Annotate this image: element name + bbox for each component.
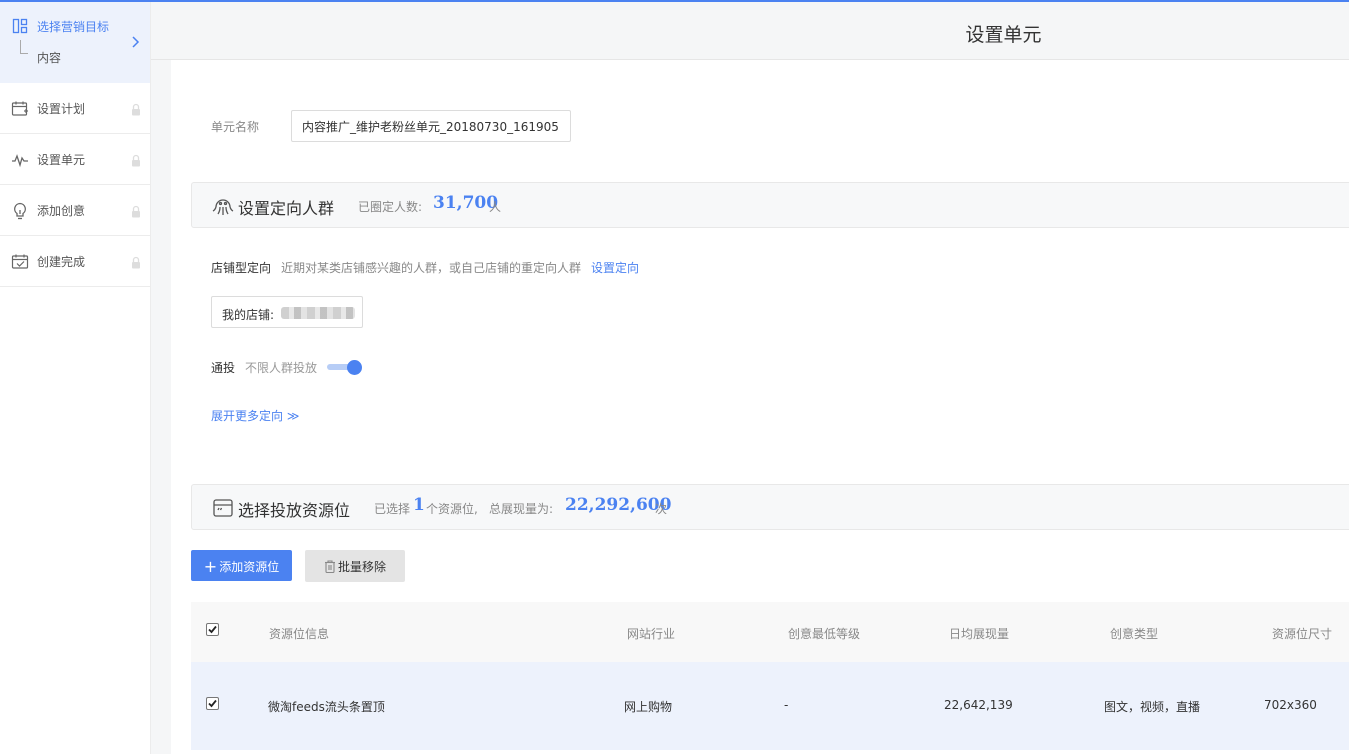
plus-icon: + (203, 557, 218, 576)
creative-level-cell: - (784, 698, 789, 712)
general-targeting-label: 通投 (211, 361, 236, 375)
lock-icon (131, 152, 141, 167)
column-header: 资源位信息 (269, 627, 330, 641)
unit-name-input[interactable] (291, 110, 571, 142)
resource-name-cell: 微淘feeds流头条置顶 (268, 700, 385, 714)
column-header: 创意最低等级 (788, 627, 861, 641)
trash-icon (324, 559, 336, 573)
audience-section-header: 设置定向人群 已圈定人数: 31,700 人 (191, 182, 1349, 228)
sidebar-item-creative[interactable]: 添加创意 (0, 185, 150, 236)
sidebar-item-plan[interactable]: 设置计划 (0, 83, 150, 134)
octopus-icon (212, 195, 234, 217)
sidebar: 选择营销目标 内容 设置计划 设置单元 添加创意 创建完成 (0, 2, 151, 754)
lock-icon (131, 254, 141, 269)
daily-impressions-cell: 22,642,139 (944, 698, 1013, 712)
column-header: 创意类型 (1110, 627, 1159, 641)
selected-count: 1 (413, 495, 425, 515)
audience-count-unit: 人 (489, 200, 502, 214)
sidebar-item-marketing-goal[interactable]: 选择营销目标 内容 (0, 2, 150, 83)
industry-cell: 网上购物 (624, 700, 673, 714)
total-unit: 次 (655, 502, 668, 516)
calendar-add-icon (11, 100, 29, 118)
select-all-checkbox[interactable] (206, 623, 219, 636)
selected-suffix: 个资源位, (426, 502, 478, 516)
selected-prefix: 已选择 (374, 502, 411, 516)
audience-count-prefix: 已圈定人数: (358, 200, 423, 214)
lock-icon (131, 101, 141, 116)
sidebar-item-label: 设置计划 (37, 102, 86, 116)
sidebar-active-sub: 内容 (37, 51, 62, 65)
total-prefix: 总展现量为: (489, 502, 554, 516)
table-row[interactable]: 微淘feeds流头条置顶 网上购物 - 22,642,139 图文，视频，直播 … (191, 662, 1349, 750)
unit-name-label: 单元名称 (211, 120, 260, 134)
shop-targeting-desc: 近期对某类店铺感兴趣的人群，或自己店铺的重定向人群 (281, 261, 582, 275)
top-accent-line (0, 0, 1349, 2)
audience-section-title: 设置定向人群 (238, 199, 335, 218)
sidebar-item-unit[interactable]: 设置单元 (0, 134, 150, 185)
page-header: 设置单元 (151, 2, 1349, 60)
set-targeting-link[interactable]: 设置定向 (591, 259, 639, 276)
creative-types-cell: 图文，视频，直播 (1104, 700, 1201, 714)
layout-grid-icon (12, 18, 28, 34)
browser-window-icon (212, 497, 234, 519)
pulse-icon (11, 151, 29, 169)
lightbulb-icon (11, 202, 29, 220)
resources-section-title: 选择投放资源位 (238, 501, 351, 520)
tree-connector (20, 40, 28, 54)
batch-remove-button[interactable]: 批量移除 (305, 550, 405, 582)
table-header: 资源位信息 网站行业 创意最低等级 日均展现量 创意类型 资源位尺寸 (191, 602, 1349, 662)
shop-targeting-label: 店铺型定向 (211, 261, 272, 275)
chevron-right-icon (130, 34, 142, 48)
blurred-shop-name (281, 307, 355, 319)
expand-more-targeting-link[interactable]: 展开更多定向 ≫ (211, 407, 299, 424)
column-header: 日均展现量 (949, 627, 1010, 641)
my-shop-chip[interactable]: 我的店铺: (211, 296, 363, 328)
my-shop-label: 我的店铺: (222, 308, 275, 322)
general-targeting-desc: 不限人群投放 (245, 361, 318, 375)
general-targeting-toggle[interactable] (327, 359, 363, 375)
row-checkbox[interactable] (206, 697, 219, 710)
add-resource-button[interactable]: + 添加资源位 (191, 550, 292, 581)
sidebar-active-title: 选择营销目标 (37, 20, 110, 34)
sidebar-item-label: 设置单元 (37, 153, 86, 167)
calendar-check-icon (11, 253, 29, 271)
lock-icon (131, 203, 141, 218)
content-gutter (151, 60, 171, 754)
column-header: 网站行业 (627, 627, 676, 641)
sidebar-item-label: 添加创意 (37, 204, 86, 218)
resources-section-header: 选择投放资源位 已选择 1 个资源位, 总展现量为: 22,292,600 次 (191, 484, 1349, 530)
resource-size-cell: 702x360 (1264, 698, 1317, 712)
page-title: 设置单元 (965, 24, 1042, 46)
sidebar-item-label: 创建完成 (37, 255, 86, 269)
column-header: 资源位尺寸 (1272, 627, 1333, 641)
sidebar-item-complete[interactable]: 创建完成 (0, 236, 150, 287)
